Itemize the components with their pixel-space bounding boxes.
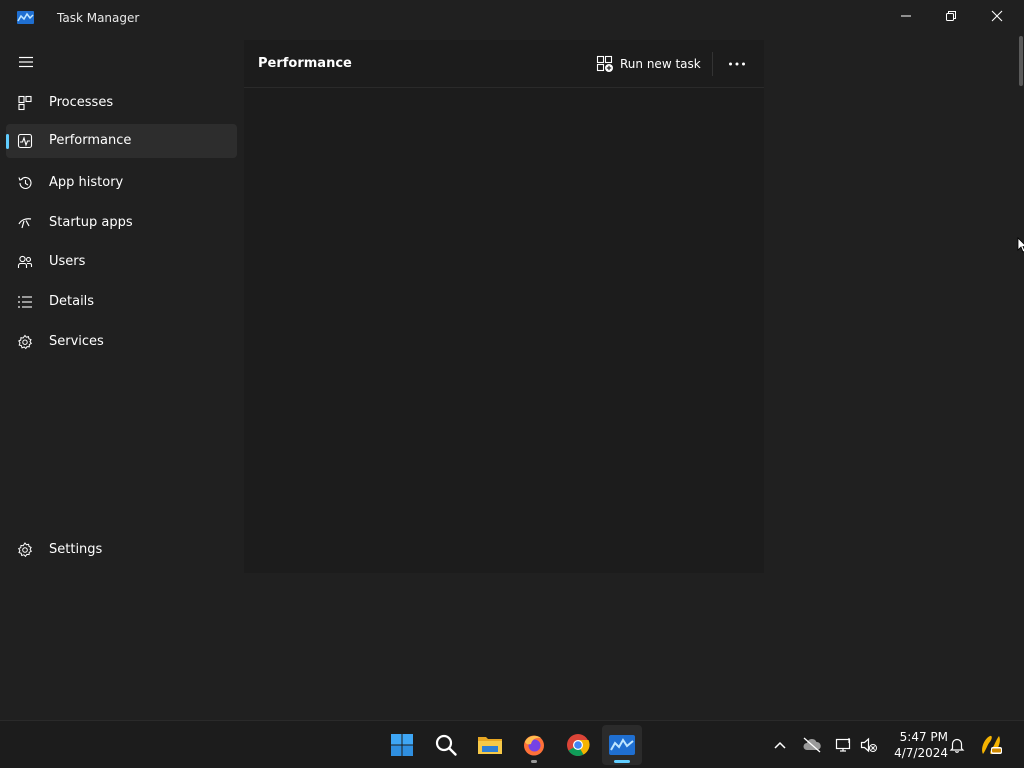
clock-time: 5:47 PM [899, 730, 948, 744]
close-button[interactable] [974, 0, 1020, 32]
nav-label-users: Users [49, 254, 86, 269]
chevron-up-icon [774, 741, 786, 749]
processes-icon [18, 95, 32, 111]
startup-apps-icon [18, 218, 32, 229]
network-tray-button[interactable] [832, 733, 856, 757]
restore-button[interactable] [928, 0, 974, 32]
copilot-button[interactable] [979, 733, 1003, 757]
task-manager-active-indicator [614, 760, 630, 763]
show-hidden-icons-button[interactable] [768, 733, 792, 757]
firefox-icon [524, 735, 544, 756]
firefox-running-indicator [531, 760, 537, 763]
more-options-icon [729, 62, 745, 66]
task-manager-taskbar-button[interactable] [602, 725, 642, 765]
settings-icon [17, 542, 33, 558]
bell-icon [949, 738, 965, 753]
restore-icon [946, 11, 956, 21]
network-icon [835, 738, 851, 752]
window-scrollbar[interactable] [1019, 36, 1023, 86]
taskbar-search-button[interactable] [426, 725, 466, 765]
start-button[interactable] [382, 725, 422, 765]
nav-item-performance[interactable]: Performance [6, 124, 237, 158]
file-explorer-icon [478, 737, 502, 754]
nav-item-services[interactable]: Services [6, 325, 237, 359]
minimize-button[interactable] [883, 0, 929, 32]
clock-date: 4/7/2024 [894, 746, 948, 760]
minimize-icon [901, 15, 911, 17]
services-icon [18, 334, 33, 350]
nav-label-services: Services [49, 334, 104, 349]
close-icon [991, 10, 1003, 22]
mouse-cursor-icon [1017, 237, 1024, 253]
copilot-icon [982, 735, 1002, 755]
volume-muted-icon [860, 737, 877, 753]
task-manager-icon [609, 735, 635, 755]
nav-item-settings[interactable]: Settings [6, 533, 237, 567]
navigation-menu-button[interactable] [12, 50, 40, 74]
chrome-button[interactable] [558, 725, 598, 765]
cloud-offline-icon [803, 737, 821, 753]
nav-label-app-history: App history [49, 175, 124, 190]
nav-item-app-history[interactable]: App history [6, 166, 237, 200]
nav-item-users[interactable]: Users [6, 245, 237, 279]
active-indicator [6, 134, 9, 149]
nav-item-details[interactable]: Details [6, 285, 237, 319]
notifications-button[interactable] [945, 733, 969, 757]
nav-item-processes[interactable]: Processes [6, 86, 237, 120]
run-new-task-button[interactable]: Run new task [596, 52, 701, 76]
hamburger-icon [19, 56, 33, 68]
search-icon [435, 734, 457, 756]
nav-label-performance: Performance [49, 133, 132, 148]
onedrive-tray-button[interactable] [800, 733, 824, 757]
chrome-icon [567, 734, 590, 756]
firefox-button[interactable] [514, 725, 554, 765]
performance-panel: Performance Run new task [244, 40, 764, 573]
app-history-icon [18, 176, 32, 189]
nav-label-startup-apps: Startup apps [49, 215, 133, 230]
more-options-button[interactable] [724, 52, 750, 76]
title-bar[interactable]: Task Manager [0, 0, 1024, 36]
task-manager-window: Task Manager Processes Performance App h… [0, 0, 1024, 720]
taskbar: 5:47 PM 4/7/2024 [0, 720, 1024, 768]
file-explorer-button[interactable] [470, 725, 510, 765]
nav-label-settings: Settings [49, 542, 103, 557]
volume-tray-button[interactable] [857, 733, 881, 757]
page-title: Performance [258, 56, 352, 71]
run-new-task-label: Run new task [620, 57, 701, 71]
nav-label-processes: Processes [49, 95, 114, 110]
nav-item-startup-apps[interactable]: Startup apps [6, 206, 237, 240]
details-icon [18, 296, 32, 308]
run-new-task-icon [596, 55, 613, 72]
panel-header: Performance Run new task [244, 40, 764, 88]
performance-icon [17, 133, 33, 149]
nav-label-details: Details [49, 294, 95, 309]
start-icon [391, 734, 413, 756]
task-manager-app-icon [17, 11, 34, 24]
window-title: Task Manager [57, 11, 140, 25]
taskbar-clock[interactable]: 5:47 PM 4/7/2024 [884, 729, 948, 761]
header-divider [712, 52, 713, 76]
users-icon [17, 255, 33, 268]
